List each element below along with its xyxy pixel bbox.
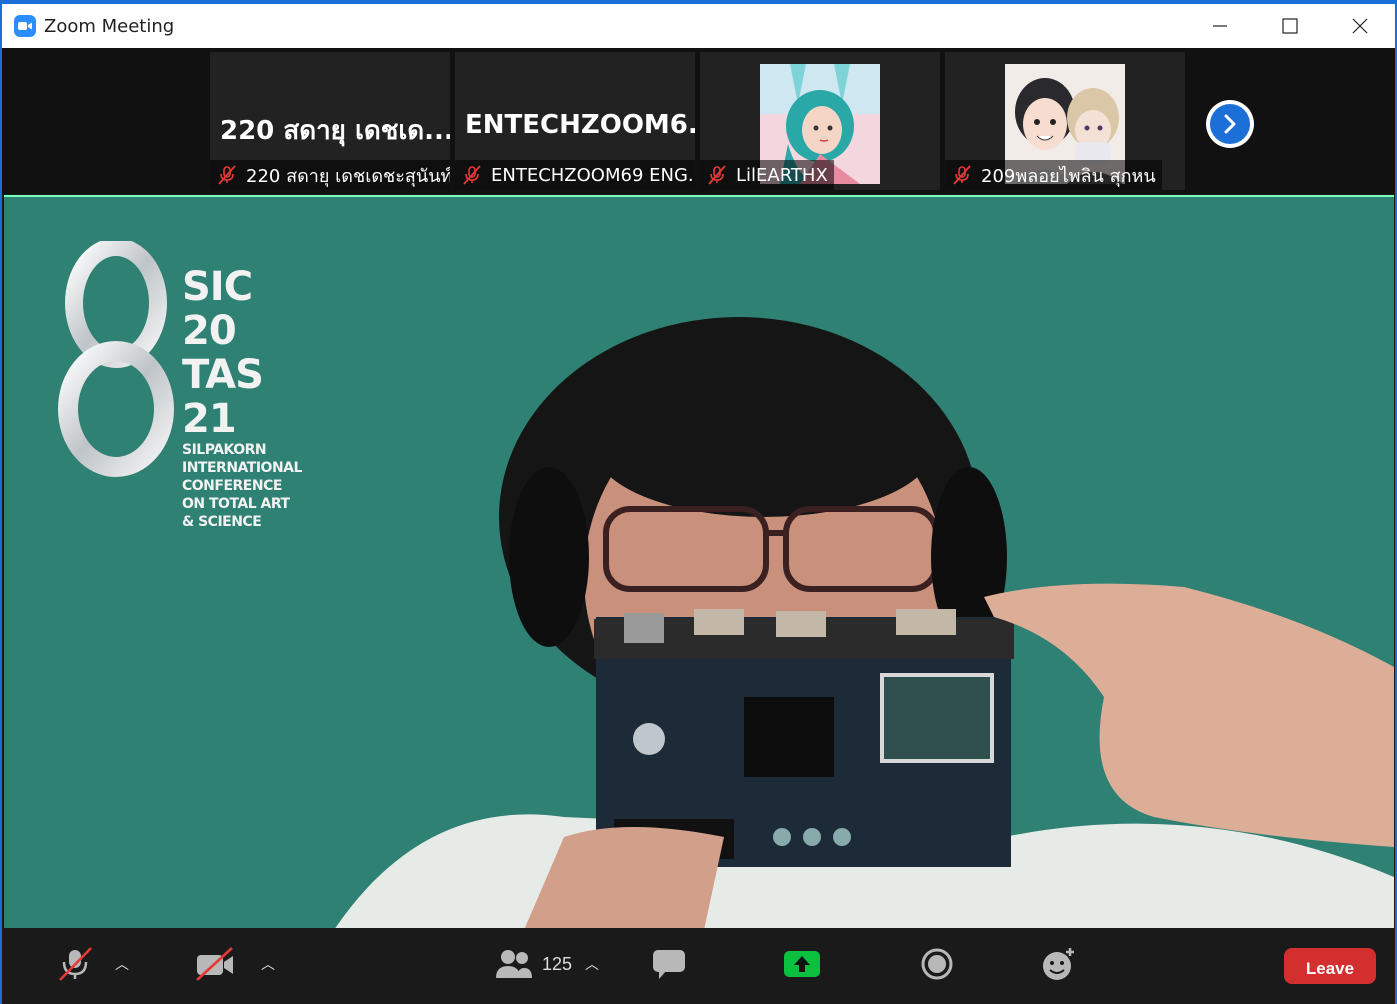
next-page-button[interactable]	[1206, 100, 1254, 148]
participant-name: ENTECHZOOM69 ENG...	[491, 164, 695, 186]
chevron-right-icon	[1210, 104, 1250, 144]
participant-name-tag: ENTECHZOOM69 ENG...	[455, 160, 695, 190]
meeting-toolbar: ︿ ︿ 125 ︿ Leave	[2, 928, 1395, 1004]
record-icon	[921, 948, 953, 980]
window-controls	[1185, 4, 1395, 48]
muted-mic-icon	[218, 165, 236, 185]
close-button[interactable]	[1325, 4, 1395, 48]
reactions-button[interactable]	[1036, 936, 1080, 992]
zoom-logo-icon	[14, 15, 36, 37]
muted-mic-icon	[463, 165, 481, 185]
presenter-image	[335, 317, 1394, 928]
participant-name-tag: 209พลอยไพลิน สุกหน	[945, 160, 1162, 190]
participants-count: 125	[541, 953, 573, 974]
participant-big-name: ENTECHZOOM6...	[465, 110, 695, 140]
leave-button[interactable]: Leave	[1284, 948, 1376, 984]
start-video-button[interactable]	[192, 936, 238, 992]
participants-options-button[interactable]: ︿	[580, 936, 604, 992]
close-icon	[1352, 18, 1368, 34]
chevron-up-icon: ︿	[261, 956, 275, 972]
muted-mic-icon	[59, 947, 92, 981]
participants-icon	[495, 950, 532, 978]
chat-icon	[653, 950, 685, 979]
mute-button[interactable]	[52, 936, 98, 992]
muted-mic-icon	[953, 165, 971, 185]
share-screen-button[interactable]	[780, 936, 824, 992]
audio-options-button[interactable]: ︿	[110, 936, 134, 992]
participant-name: LilEARTHX	[736, 164, 828, 186]
title-bar: Zoom Meeting	[2, 4, 1395, 48]
participant-name-tag: LilEARTHX	[700, 160, 834, 190]
participant-tile[interactable]: LilEARTHX	[700, 52, 940, 190]
share-screen-icon	[784, 951, 820, 977]
participant-tile[interactable]: 220 สดายุ เดชเด... 220 สดายุ เดชเดชะสุนั…	[210, 52, 450, 190]
participant-name: 209พลอยไพลิน สุกหน	[981, 165, 1156, 187]
maximize-icon	[1282, 18, 1298, 34]
zoom-window: Zoom Meeting 220 สดายุ เดชเด... 220 สดาย…	[0, 0, 1397, 1004]
active-speaker-video: SIC 20 TAS 21 SILPAKORN INTERNATIONAL CO…	[4, 195, 1394, 928]
video-options-button[interactable]: ︿	[256, 936, 280, 992]
chevron-up-icon: ︿	[585, 956, 599, 972]
muted-mic-icon	[708, 165, 726, 185]
participant-tile[interactable]: 209พลอยไพลิน สุกหน	[945, 52, 1185, 190]
participant-name-tag: 220 สดายุ เดชเดชะสุนันท์	[210, 160, 450, 190]
video-off-icon	[196, 947, 233, 981]
minimize-button[interactable]	[1185, 4, 1255, 48]
chevron-up-icon: ︿	[115, 956, 129, 972]
record-button[interactable]	[916, 936, 958, 992]
window-title: Zoom Meeting	[44, 15, 175, 37]
participants-button[interactable]: 125	[490, 936, 576, 992]
reactions-emoji-icon	[1043, 948, 1074, 980]
maximize-button[interactable]	[1255, 4, 1325, 48]
chat-button[interactable]	[648, 936, 690, 992]
minimize-icon	[1213, 25, 1227, 27]
participant-tile[interactable]: ENTECHZOOM6... ENTECHZOOM69 ENG...	[455, 52, 695, 190]
participant-big-name: 220 สดายุ เดชเด...	[220, 116, 450, 146]
participant-strip: 220 สดายุ เดชเด... 220 สดายุ เดชเดชะสุนั…	[2, 48, 1395, 194]
participant-name: 220 สดายุ เดชเดชะสุนันท์	[246, 165, 450, 187]
